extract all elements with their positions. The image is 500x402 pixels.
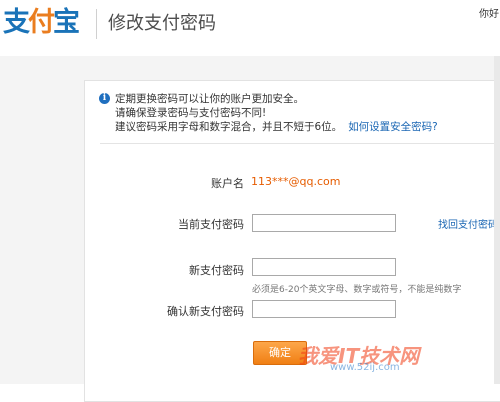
current-password-field[interactable] bbox=[252, 214, 396, 232]
new-password-hint: 必须是6-20个英文字母、数字或符号，不能是纯数字 bbox=[252, 285, 462, 295]
current-password-label: 当前支付密码 bbox=[178, 218, 244, 231]
notice-line-2: 请确保登录密码与支付密码不同! bbox=[115, 107, 267, 119]
new-password-field[interactable] bbox=[252, 258, 396, 276]
page-title: 修改支付密码 bbox=[108, 13, 216, 34]
logo-char-1: 支 bbox=[3, 7, 30, 38]
info-icon: i bbox=[99, 93, 110, 104]
notice-line-3-text: 建议密码采用字母和数字混合，并且不短于6位。 bbox=[115, 121, 343, 133]
retrieve-password-link[interactable]: 找回支付密码 bbox=[438, 216, 498, 231]
confirm-password-field[interactable] bbox=[252, 300, 396, 318]
header-divider bbox=[96, 9, 97, 39]
account-value: 113***@qq.com bbox=[251, 175, 341, 188]
help-link[interactable]: 如何设置安全密码? bbox=[348, 121, 438, 133]
user-greeting: 你好， bbox=[479, 9, 500, 20]
notice-line-1: 定期更换密码可以让你的账户更加安全。 bbox=[115, 93, 304, 105]
top-header: 支付宝 修改支付密码 你好， bbox=[0, 0, 500, 56]
notice-line-3: 建议密码采用字母和数字混合，并且不短于6位。 如何设置安全密码? bbox=[115, 120, 475, 134]
alipay-logo[interactable]: 支付宝 bbox=[3, 5, 89, 41]
notice-separator bbox=[100, 143, 500, 144]
logo-char-2: 付 bbox=[28, 7, 55, 38]
account-label: 账户名 bbox=[211, 177, 244, 190]
notice-lines: 定期更换密码可以让你的账户更加安全。 请确保登录密码与支付密码不同! 建议密码采… bbox=[115, 92, 475, 134]
scrollbar[interactable] bbox=[494, 56, 500, 384]
new-password-label: 新支付密码 bbox=[189, 264, 244, 277]
watermark-url: www.52ij.com bbox=[330, 362, 400, 373]
confirm-password-label: 确认新支付密码 bbox=[167, 305, 244, 318]
logo-text: 支付宝 bbox=[3, 5, 80, 41]
logo-char-3: 宝 bbox=[53, 7, 80, 38]
